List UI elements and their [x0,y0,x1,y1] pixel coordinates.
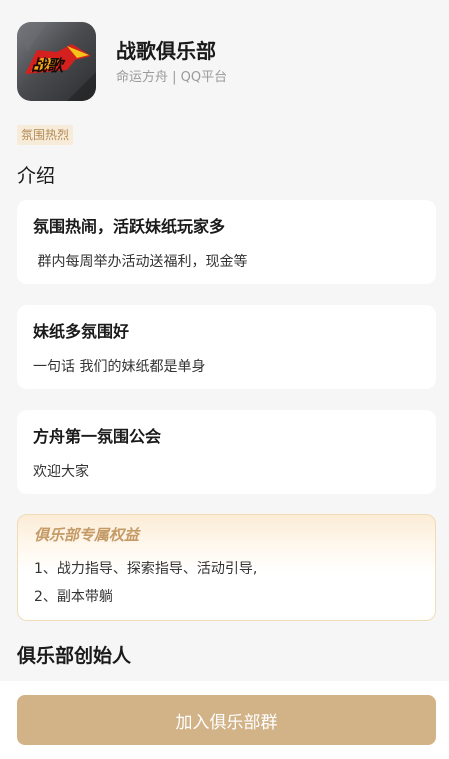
intro-card-desc: 欢迎大家 [33,464,89,480]
atmosphere-tag: 氛围热烈 [17,125,74,145]
intro-card-title: 方舟第一氛围公会 [33,427,162,446]
founder-section-title: 俱乐部创始人 [17,645,132,667]
intro-card-title: 妹纸多氛围好 [33,322,130,341]
club-logo: 战歌 [17,22,96,101]
club-name: 战歌俱乐部 [116,38,216,63]
intro-card: 氛围热闹，活跃妹纸玩家多 群内每周举办活动送福利，现金等 [17,200,436,284]
club-detail-page: 战歌 战歌俱乐部 命运方舟 | QQ平台 氛围热烈 介绍 氛围热闹，活跃妹纸玩家… [0,0,449,759]
club-subtitle: 命运方舟 | QQ平台 [116,69,228,85]
intro-card-desc: 群内每周举办活动送福利，现金等 [33,254,248,270]
benefits-card: 俱乐部专属权益 1、战力指导、探索指导、活动引导, 2、副本带躺 [17,514,436,621]
club-info: 战歌俱乐部 命运方舟 | QQ平台 [116,37,227,87]
eagle-logo-icon: 战歌 [17,22,96,101]
intro-card-desc: 一句话 我们的妹纸都是单身 [33,359,206,375]
join-club-group-button[interactable]: 加入俱乐部群 [17,695,436,745]
intro-card-title: 氛围热闹，活跃妹纸玩家多 [33,217,226,236]
intro-card: 方舟第一氛围公会 欢迎大家 [17,410,436,494]
club-header: 战歌 战歌俱乐部 命运方舟 | QQ平台 [17,22,227,101]
benefit-line: 1、战力指导、探索指导、活动引导, [34,561,258,577]
benefit-line: 2、副本带躺 [34,589,113,605]
logo-text: 战歌 [31,56,66,75]
benefits-title: 俱乐部专属权益 [34,526,140,544]
intro-card: 妹纸多氛围好 一句话 我们的妹纸都是单身 [17,305,436,389]
intro-section-title: 介绍 [17,165,56,187]
